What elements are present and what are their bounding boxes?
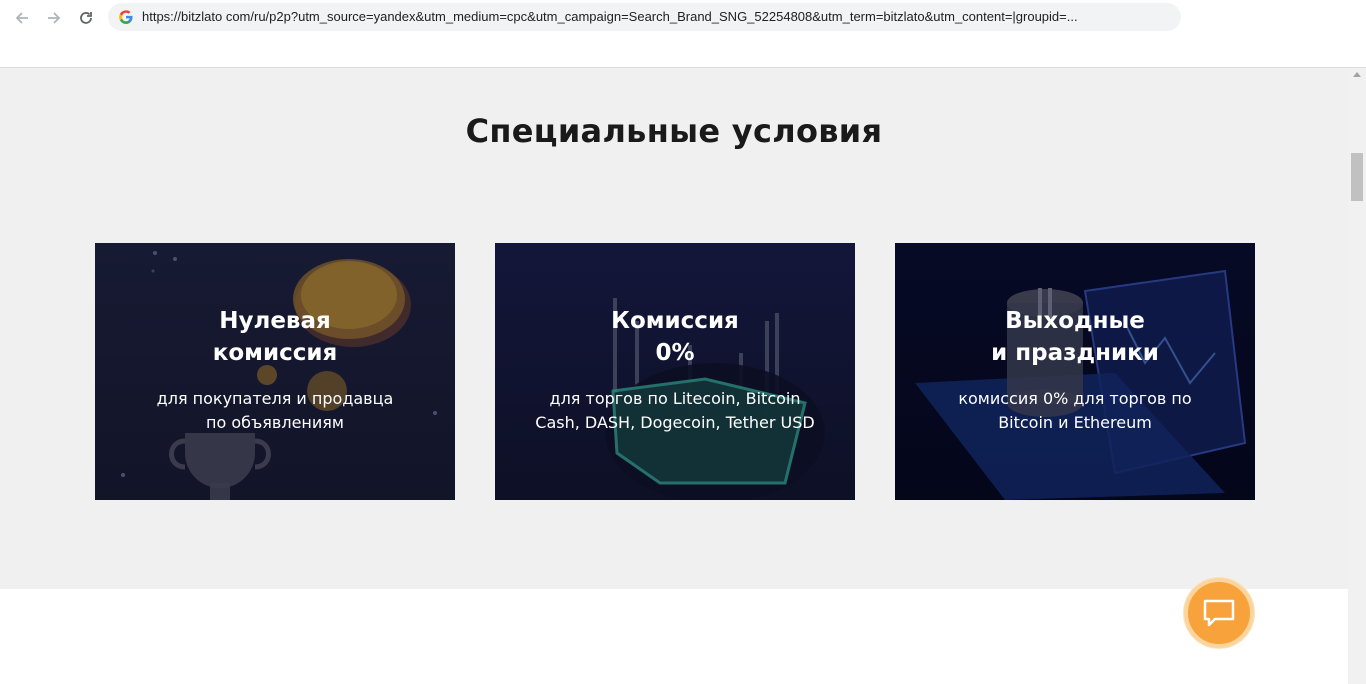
card-desc-line1: для торгов по Litecoin, Bitcoin <box>549 389 801 408</box>
card-title: Нулевая комиссия <box>95 305 455 369</box>
page-content: Специальные условия Нулевая комиссия для… <box>0 68 1348 684</box>
card-title: Выходные и праздники <box>895 305 1255 369</box>
card-holidays: Выходные и праздники комиссия 0% для тор… <box>895 243 1255 500</box>
card-title: Комиссия 0% <box>495 305 855 369</box>
special-conditions-section: Специальные условия Нулевая комиссия для… <box>0 68 1348 589</box>
card-title-line1: Выходные <box>1005 308 1145 334</box>
back-button[interactable] <box>10 6 34 30</box>
card-description: для торгов по Litecoin, Bitcoin Cash, DA… <box>515 387 835 435</box>
reload-button[interactable] <box>74 6 98 30</box>
chat-bubble-icon <box>1203 599 1235 627</box>
browser-toolbar: https://bitzlato com/ru/p2p?utm_source=y… <box>0 0 1366 68</box>
card-title-line2: 0% <box>655 340 695 366</box>
card-desc-line2: по объявлениям <box>206 413 344 432</box>
card-zero-commission: Нулевая комиссия для покупателя и продав… <box>95 243 455 500</box>
shield-chart-illustration <box>605 298 825 500</box>
card-desc-line2: Bitcoin и Ethereum <box>998 413 1152 432</box>
page-scrollbar[interactable] <box>1348 68 1366 684</box>
card-desc-line1: комиссия 0% для торгов по <box>958 389 1192 408</box>
card-title-line1: Комиссия <box>611 308 739 334</box>
scrollbar-thumb[interactable] <box>1351 153 1363 201</box>
trophy-coin-illustration <box>121 251 437 500</box>
card-description: для покупателя и продавца по объявлениям <box>115 387 435 435</box>
url-text: https://bitzlato com/ru/p2p?utm_source=y… <box>142 9 1078 24</box>
forward-button[interactable] <box>42 6 66 30</box>
card-description: комиссия 0% для торгов по Bitcoin и Ethe… <box>915 387 1235 435</box>
card-desc-line1: для покупателя и продавца <box>156 389 394 408</box>
chat-button[interactable] <box>1184 578 1254 648</box>
card-commission-zero: Комиссия 0% для торгов по Litecoin, Bitc… <box>495 243 855 500</box>
card-desc-line2: Cash, DASH, Dogecoin, Tether USD <box>535 413 815 432</box>
card-title-line2: и праздники <box>991 340 1159 366</box>
address-bar[interactable]: https://bitzlato com/ru/p2p?utm_source=y… <box>108 3 1181 31</box>
arrow-left-icon <box>15 12 28 24</box>
card-title-line2: комиссия <box>212 340 338 366</box>
card-title-line1: Нулевая <box>219 308 331 334</box>
scroll-up-arrow-icon[interactable] <box>1353 72 1361 77</box>
reload-icon <box>80 12 92 24</box>
google-icon <box>119 10 133 24</box>
section-title: Специальные условия <box>465 112 883 150</box>
laptop-coins-illustration <box>915 269 1247 500</box>
arrow-right-icon <box>48 12 61 24</box>
